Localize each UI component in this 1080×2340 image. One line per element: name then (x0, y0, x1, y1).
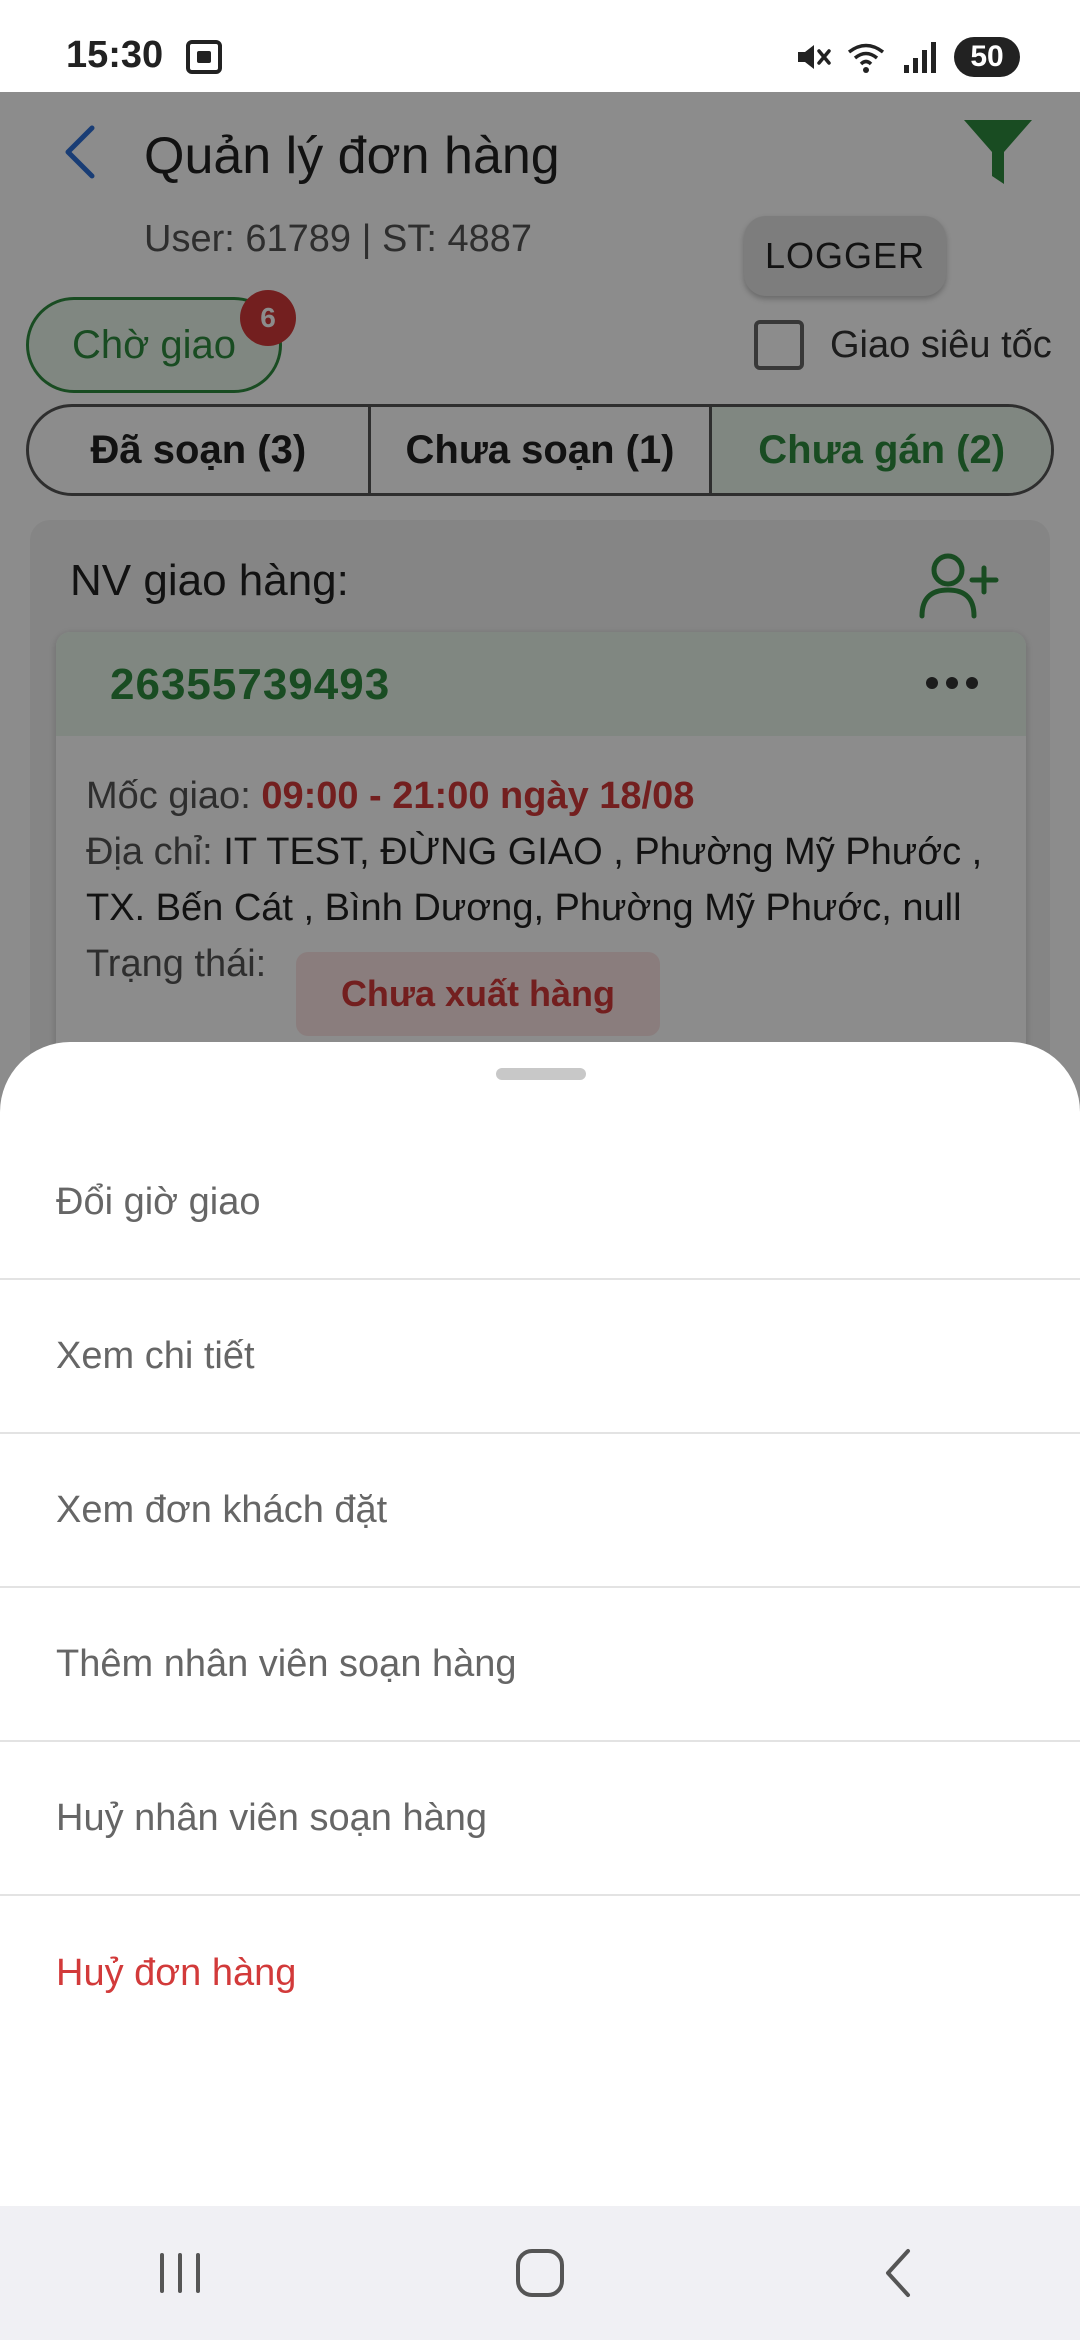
screenshot-icon (186, 40, 222, 74)
menu-item-remove-picker[interactable]: Huỷ nhân viên soạn hàng (0, 1742, 1080, 1896)
status-icons: 50 (792, 36, 1020, 78)
signal-icon (904, 42, 936, 73)
modal-scrim[interactable] (0, 92, 1080, 1192)
actions-menu: Đổi giờ giao Xem chi tiết Xem đơn khách … (0, 1126, 1080, 2050)
back-button[interactable] (840, 2228, 960, 2318)
menu-item-add-picker[interactable]: Thêm nhân viên soạn hàng (0, 1588, 1080, 1742)
status-bar: 15:30 50 (0, 0, 1080, 92)
home-button[interactable] (480, 2228, 600, 2318)
recent-apps-icon (160, 2253, 200, 2293)
menu-item-view-customer-order[interactable]: Xem đơn khách đặt (0, 1434, 1080, 1588)
order-management-screen: Quản lý đơn hàng User: 61789 | ST: 4887 … (0, 92, 1080, 1220)
recent-apps-button[interactable] (120, 2228, 240, 2318)
status-time: 15:30 (66, 34, 164, 76)
drag-handle[interactable] (496, 1068, 586, 1080)
home-icon (516, 2249, 564, 2297)
actions-bottom-sheet: Đổi giờ giao Xem chi tiết Xem đơn khách … (0, 1042, 1080, 2206)
menu-item-view-details[interactable]: Xem chi tiết (0, 1280, 1080, 1434)
battery-indicator: 50 (954, 37, 1020, 77)
wifi-icon (847, 43, 885, 73)
system-nav-bar (0, 2206, 1080, 2340)
back-icon (886, 2249, 910, 2297)
mute-icon (798, 45, 831, 69)
menu-item-cancel-order[interactable]: Huỷ đơn hàng (0, 1896, 1080, 2050)
menu-item-change-delivery-time[interactable]: Đổi giờ giao (0, 1126, 1080, 1280)
